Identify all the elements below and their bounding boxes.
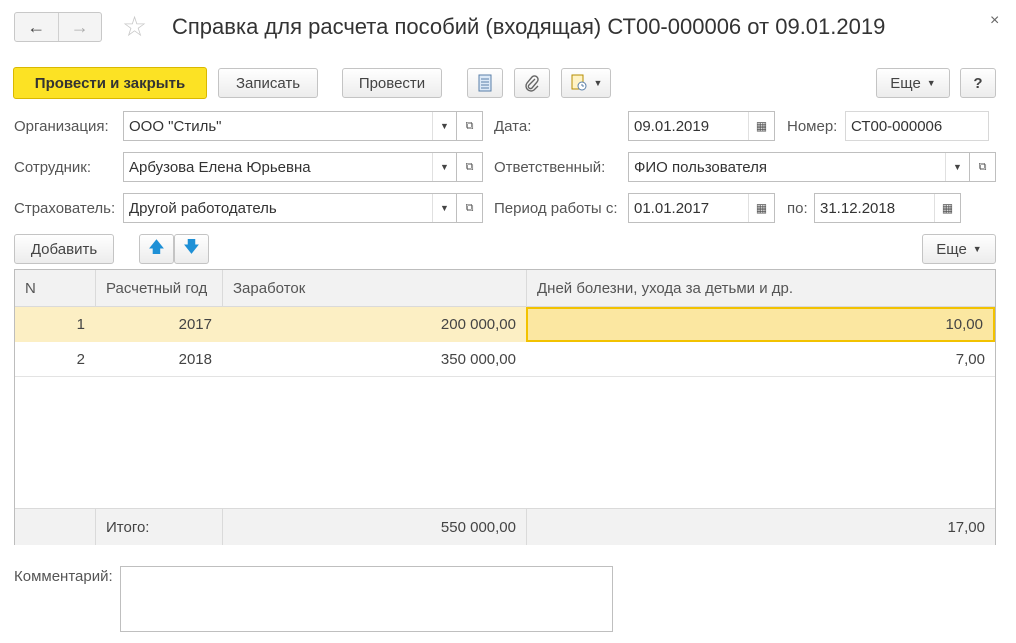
number-label: Номер: (787, 118, 838, 135)
period-from-value: 01.01.2017 (634, 199, 710, 217)
row-earnings[interactable]: 350 000,00 (222, 342, 526, 376)
responsible-field[interactable]: ФИО пользователя ▼ (628, 152, 970, 182)
footer-total-label: Итого: (95, 509, 222, 545)
arrow-up-icon: 🡅 (148, 238, 165, 256)
open-insurer-button[interactable]: ⧉ (457, 193, 483, 223)
table-row[interactable]: 2 2018 350 000,00 7,00 (15, 342, 995, 377)
history-nav: ← → (14, 12, 102, 42)
chevron-down-icon: ▼ (972, 244, 982, 254)
period-from-field[interactable]: 01.01.2017 ▦ (628, 193, 775, 223)
post-button[interactable]: Провести (342, 68, 442, 98)
attachments-button[interactable] (514, 68, 550, 98)
insurer-field[interactable]: Другой работодатель ▼ (123, 193, 457, 223)
column-header-n[interactable]: N (15, 270, 95, 306)
column-header-year[interactable]: Расчетный год (95, 270, 222, 306)
insurer-value: Другой работодатель (129, 199, 277, 217)
calendar-icon[interactable]: ▦ (748, 194, 774, 222)
number-value: СТ00-000006 (851, 117, 943, 135)
date-value: 09.01.2019 (634, 117, 710, 135)
period-to-field[interactable]: 31.12.2018 ▦ (814, 193, 961, 223)
comment-label: Комментарий: (14, 568, 113, 585)
date-label: Дата: (494, 118, 532, 135)
chevron-down-icon: ▼ (926, 78, 936, 88)
employee-field[interactable]: Арбузова Елена Юрьевна ▼ (123, 152, 457, 182)
back-arrow-icon[interactable]: ← (15, 13, 58, 41)
responsible-label: Ответственный: (494, 159, 606, 176)
row-year[interactable]: 2018 (95, 342, 222, 376)
arrow-down-icon: 🡇 (183, 238, 200, 256)
save-button[interactable]: Записать (218, 68, 318, 98)
column-header-days[interactable]: Дней болезни, ухода за детьми и др. (526, 270, 995, 306)
row-days-selected-cell[interactable]: 10,00 (526, 307, 995, 342)
open-responsible-button[interactable]: ⧉ (970, 152, 996, 182)
dropdown-arrow-icon[interactable]: ▼ (945, 153, 969, 181)
more-label: Еще (936, 240, 967, 258)
table-more-button[interactable]: Еще ▼ (922, 234, 996, 264)
table-footer: Итого: 550 000,00 17,00 (15, 508, 995, 545)
row-number: 2 (76, 350, 85, 368)
help-button[interactable]: ? (960, 68, 996, 98)
organization-field[interactable]: ООО "Стиль" ▼ (123, 111, 457, 141)
open-link-icon: ⧉ (465, 201, 474, 214)
post-and-close-button[interactable]: Провести и закрыть (13, 67, 207, 99)
organization-value: ООО "Стиль" (129, 117, 222, 135)
footer-total-earnings: 550 000,00 (222, 509, 526, 545)
employee-label: Сотрудник: (14, 159, 92, 176)
dropdown-arrow-icon[interactable]: ▼ (432, 112, 456, 140)
period-to-label: по: (787, 200, 808, 217)
document-list-icon (478, 74, 492, 92)
earnings-table: N Расчетный год Заработок Дней болезни, … (14, 269, 996, 545)
comment-textarea[interactable] (120, 566, 613, 632)
more-menu-button[interactable]: Еще ▼ (876, 68, 950, 98)
table-header: N Расчетный год Заработок Дней болезни, … (15, 270, 995, 307)
move-down-button[interactable]: 🡇 (174, 234, 209, 264)
dropdown-arrow-icon[interactable]: ▼ (432, 194, 456, 222)
row-number: 1 (76, 316, 85, 333)
responsible-value: ФИО пользователя (634, 158, 768, 176)
window-title: Справка для расчета пособий (входящая) С… (172, 14, 886, 39)
favorite-star-icon[interactable]: ☆ (122, 12, 147, 42)
column-header-earnings[interactable]: Заработок (222, 270, 526, 306)
calendar-icon[interactable]: ▦ (934, 194, 960, 222)
row-days[interactable]: 7,00 (526, 342, 995, 376)
insurer-label: Страхователь: (14, 200, 116, 217)
open-employee-button[interactable]: ⧉ (457, 152, 483, 182)
dropdown-arrow-icon[interactable]: ▼ (432, 153, 456, 181)
open-organization-button[interactable]: ⧉ (457, 111, 483, 141)
footer-total-days: 17,00 (526, 509, 995, 545)
number-field[interactable]: СТ00-000006 (845, 111, 989, 141)
employee-value: Арбузова Елена Юрьевна (129, 158, 311, 176)
row-year[interactable]: 2017 (95, 307, 222, 342)
footer-empty-cell (15, 509, 95, 545)
row-earnings[interactable]: 200 000,00 (222, 307, 526, 342)
open-link-icon: ⧉ (465, 160, 474, 173)
more-label: Еще (890, 74, 921, 92)
calendar-icon[interactable]: ▦ (748, 112, 774, 140)
period-from-label: Период работы с: (494, 200, 618, 217)
document-create-icon (571, 74, 587, 91)
create-based-on-button[interactable]: ▼ (561, 68, 611, 98)
open-link-icon: ⧉ (978, 160, 987, 173)
organization-label: Организация: (14, 118, 109, 135)
document-list-button[interactable] (467, 68, 503, 98)
paperclip-icon (525, 75, 539, 92)
period-to-value: 31.12.2018 (820, 199, 896, 217)
chevron-down-icon: ▼ (593, 78, 603, 88)
date-field[interactable]: 09.01.2019 ▦ (628, 111, 775, 141)
move-up-button[interactable]: 🡅 (139, 234, 174, 264)
close-icon[interactable]: × (990, 12, 999, 30)
add-row-button[interactable]: Добавить (14, 234, 114, 264)
table-row[interactable]: 1 2017 200 000,00 10,00 (15, 307, 995, 342)
forward-arrow-icon[interactable]: → (57, 13, 102, 41)
open-link-icon: ⧉ (465, 119, 474, 132)
